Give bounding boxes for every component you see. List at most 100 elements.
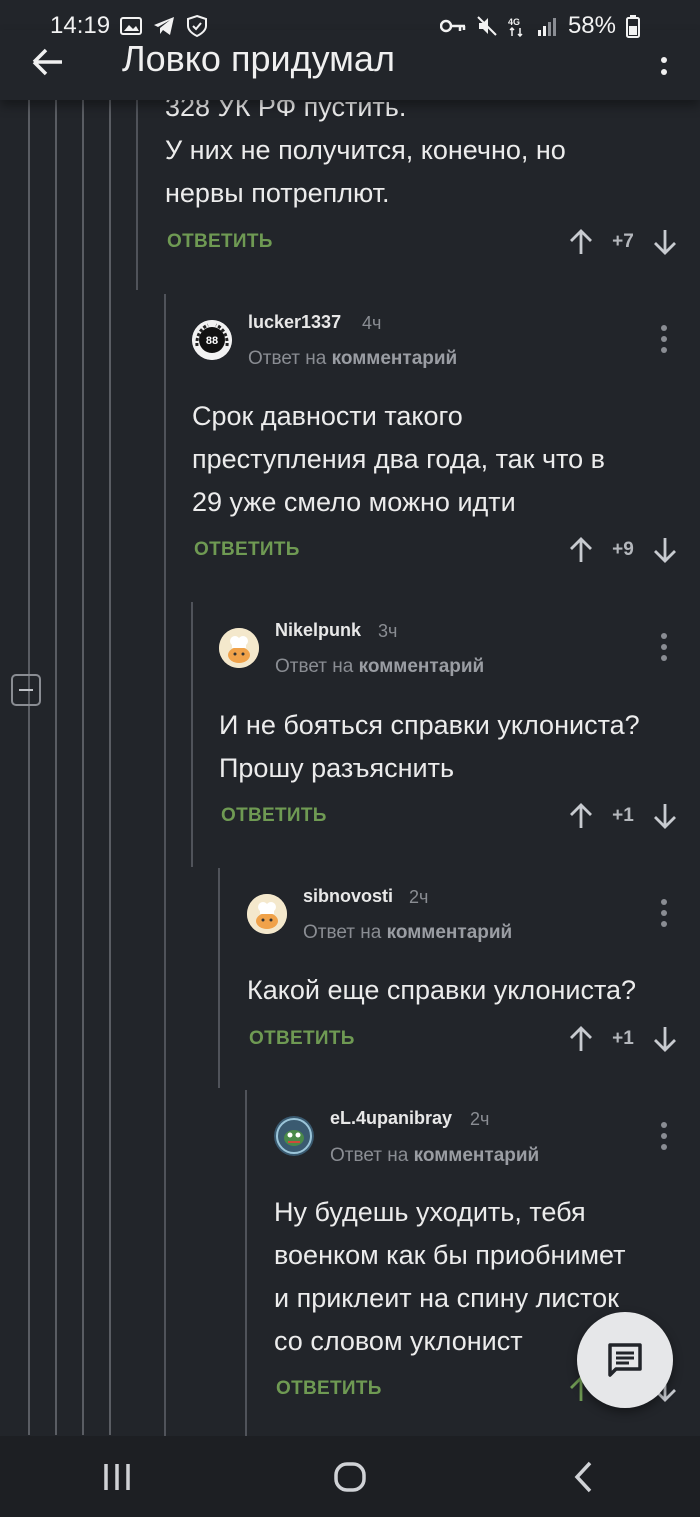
collapse-thread-button[interactable] (11, 674, 41, 706)
home-icon (334, 1461, 366, 1492)
comment-text-line: Прошу разъяснить (219, 753, 455, 783)
comment-time: 4ч (362, 313, 382, 333)
comment-menu-button[interactable] (660, 324, 668, 354)
vote-controls: +1 (568, 1025, 678, 1053)
comment-text-line: 29 уже смело можно идти (192, 487, 516, 517)
comment-text-line: нервы потреплют. (165, 178, 390, 208)
reply-button[interactable]: ОТВЕТИТЬ (249, 1028, 355, 1050)
more-vert-icon (661, 899, 667, 927)
reply-to-link[interactable]: комментарий (414, 1145, 540, 1166)
comment-menu-button[interactable] (660, 632, 668, 662)
reply-to-prefix: Ответ на (330, 1145, 409, 1166)
reply-to-prefix: Ответ на (275, 656, 354, 677)
signal-icon (536, 15, 558, 37)
status-time: 14:19 (50, 12, 111, 39)
downvote-icon[interactable] (652, 228, 678, 256)
comment-text-line: военком как бы приобнимет (274, 1240, 626, 1270)
mute-icon (476, 15, 498, 37)
comment-text-line: И не бояться справки уклониста? (219, 710, 640, 740)
username[interactable]: eL.4upanibray (330, 1108, 452, 1129)
reply-to: Ответ на комментарий (303, 922, 512, 944)
upvote-icon[interactable] (568, 1025, 594, 1053)
home-button[interactable] (310, 1447, 390, 1507)
upvote-icon[interactable] (568, 228, 594, 256)
comment-text-line: со словом уклонист (274, 1326, 523, 1356)
rating: +1 (612, 1028, 634, 1049)
downvote-icon[interactable] (652, 536, 678, 564)
comment-time: 3ч (378, 621, 398, 641)
avatar[interactable] (219, 628, 259, 668)
upvote-icon[interactable] (568, 536, 594, 564)
thread-line (28, 100, 30, 1435)
reply-to-link[interactable]: комментарий (332, 348, 458, 369)
username[interactable]: sibnovosti (303, 886, 393, 907)
more-vert-icon (661, 325, 667, 353)
overflow-menu-button[interactable] (658, 48, 670, 88)
comment-text-line: Ну будешь уходить, тебя (274, 1197, 586, 1227)
gallery-icon (120, 16, 143, 36)
comment-menu-button[interactable] (660, 898, 668, 928)
system-nav-bar (0, 1436, 700, 1517)
recent-apps-button[interactable] (77, 1447, 157, 1507)
comment-fab-button[interactable] (577, 1312, 673, 1408)
reply-to-prefix: Ответ на (248, 348, 327, 369)
avatar[interactable] (247, 894, 287, 934)
reply-to-prefix: Ответ на (303, 922, 382, 943)
username[interactable]: Nikelpunk (275, 620, 361, 641)
comment-text-line: и приклеит на спину листок (274, 1283, 619, 1313)
upvote-icon[interactable] (568, 802, 594, 830)
thread-line (55, 100, 57, 1435)
recents-icon (103, 1463, 130, 1490)
rating: +9 (612, 539, 634, 560)
rating: +7 (612, 231, 634, 252)
reply-button[interactable]: ОТВЕТИТЬ (276, 1378, 382, 1400)
reply-to-link[interactable]: комментарий (359, 656, 485, 677)
vote-controls: +1 (568, 802, 678, 830)
more-vert-icon (661, 633, 667, 661)
comment-text-line: Срок давности такого (192, 401, 463, 431)
svg-text:88: 88 (206, 335, 218, 347)
cartoon-avatar-icon (274, 1116, 314, 1156)
more-vert-icon (661, 1122, 667, 1150)
thread-line (82, 100, 84, 1435)
avatar[interactable]: 88 (192, 320, 232, 360)
more-vert-icon (661, 57, 667, 75)
rating: +1 (612, 805, 634, 826)
system-back-button[interactable] (543, 1447, 623, 1507)
comment-text-line: преступления два года, так что в (192, 444, 605, 474)
comment-border (218, 868, 220, 1088)
reply-button[interactable]: ОТВЕТИТЬ (167, 231, 273, 253)
battery-icon (626, 14, 640, 38)
4g-icon: 4G (508, 15, 526, 37)
downvote-icon[interactable] (652, 802, 678, 830)
status-bar: 14:19 4G 58% (0, 0, 700, 52)
comment-text: Срок давности такого преступления два го… (192, 395, 605, 524)
downvote-icon[interactable] (652, 1025, 678, 1053)
comment-text: И не бояться справки уклониста? Прошу ра… (219, 704, 640, 790)
comment-time: 2ч (470, 1109, 490, 1129)
chef-avatar-icon (247, 894, 287, 934)
reply-button[interactable]: ОТВЕТИТЬ (221, 805, 327, 827)
vpn-shield-icon (186, 14, 208, 38)
reply-to: Ответ на комментарий (275, 656, 484, 678)
comment-border (191, 602, 193, 867)
chef-avatar-icon (219, 628, 259, 668)
chevron-left-icon (574, 1461, 592, 1492)
reply-to: Ответ на комментарий (330, 1145, 539, 1167)
reply-button[interactable]: ОТВЕТИТЬ (194, 539, 300, 561)
telegram-icon (152, 15, 176, 37)
battery-percent: 58% (567, 12, 616, 39)
reply-to-link[interactable]: комментарий (387, 922, 513, 943)
key-icon (439, 18, 466, 34)
laurel-avatar-icon: 88 (192, 320, 232, 360)
comment-border (164, 294, 166, 1439)
comment-time: 2ч (409, 887, 429, 907)
vote-controls: +9 (568, 536, 678, 564)
username[interactable]: lucker1337 (248, 312, 341, 333)
svg-text:4G: 4G (508, 17, 520, 27)
comment-menu-button[interactable] (660, 1121, 668, 1151)
comment-text-line: Какой еще справки уклониста? (247, 975, 637, 1005)
avatar[interactable] (274, 1116, 314, 1156)
comment-text: Какой еще справки уклониста? (247, 969, 636, 1012)
comment-border (136, 100, 138, 290)
